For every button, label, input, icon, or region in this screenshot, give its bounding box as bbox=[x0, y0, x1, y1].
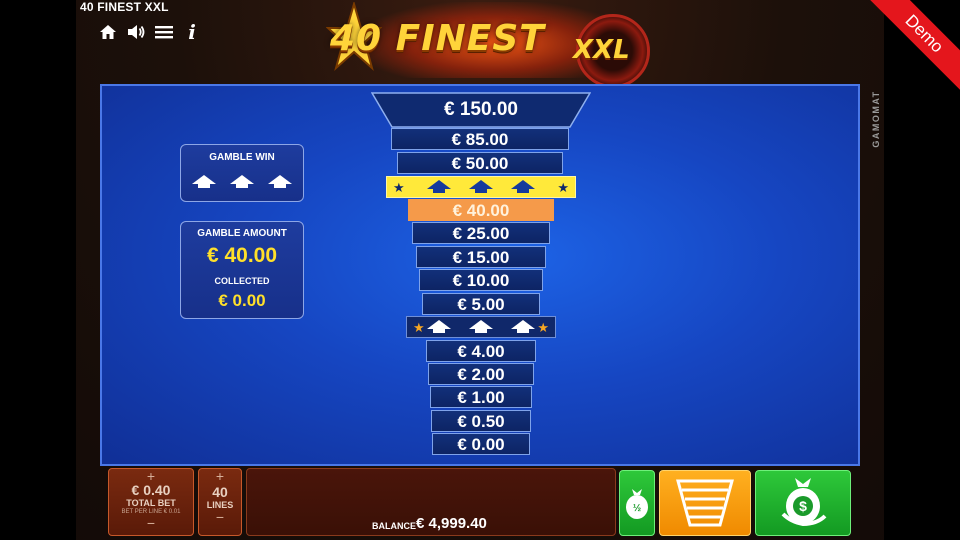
demo-label: Demo bbox=[870, 0, 960, 90]
lines-control: + 40 LINES − bbox=[198, 468, 242, 536]
provider-label: GAMOMAT bbox=[871, 90, 881, 148]
bet-plus-button[interactable]: + bbox=[109, 469, 193, 483]
top-prize-value: € 150.00 bbox=[444, 99, 518, 120]
balance-value: € 4,999.40 bbox=[416, 515, 487, 532]
up-arrow-icon bbox=[469, 320, 493, 334]
top-toolbar: i bbox=[98, 22, 202, 42]
balance-panel: BALANCE € 4,999.40 bbox=[246, 468, 616, 536]
up-arrow-icon bbox=[230, 175, 254, 189]
collected-label: COLLECTED bbox=[214, 276, 270, 286]
ladder-step: € 85.00 bbox=[391, 128, 569, 150]
gamble-win-panel: GAMBLE WIN bbox=[180, 144, 304, 202]
collected-value: € 0.00 bbox=[218, 291, 266, 310]
total-bet-control: + € 0.40 TOTAL BET BET PER LINE € 0.01 − bbox=[108, 468, 194, 536]
gamble-amount-value: € 40.00 bbox=[206, 244, 278, 267]
ladder-step: € 1.00 bbox=[430, 386, 532, 408]
game-stage: 40 FINEST XXL i XXL 40 FINEST Demo GAMOM… bbox=[0, 0, 960, 540]
ladder-step-active: € 40.00 bbox=[408, 199, 554, 221]
divider-arrows bbox=[427, 320, 535, 334]
ladder-step: € 10.00 bbox=[419, 269, 543, 291]
money-bag-hand-icon: $ bbox=[781, 478, 827, 527]
ladder-icon bbox=[676, 479, 734, 527]
ladder-step: € 5.00 bbox=[422, 293, 540, 315]
ladder-step: € 2.00 bbox=[428, 363, 534, 385]
ladder-step: € 50.00 bbox=[397, 152, 563, 174]
home-icon[interactable] bbox=[98, 22, 118, 42]
ladder-divider-bottom: ★ ★ bbox=[406, 316, 556, 338]
game-title: 40 FINEST XXL bbox=[80, 0, 169, 14]
ladder-top-prize: € 150.00 bbox=[371, 92, 591, 128]
lines-value: 40 bbox=[212, 484, 228, 500]
provider-brand: GAMOMAT bbox=[868, 90, 882, 152]
divider-arrows bbox=[427, 180, 535, 194]
total-bet-label: TOTAL BET bbox=[126, 498, 176, 508]
up-arrow-icon bbox=[192, 175, 216, 189]
ladder-divider-top: ★ ★ bbox=[386, 176, 576, 198]
lines-plus-button[interactable]: + bbox=[199, 469, 241, 483]
logo-xxl-text: XXL bbox=[573, 35, 630, 65]
logo-xxl-badge: XXL bbox=[573, 14, 650, 88]
svg-text:½: ½ bbox=[633, 503, 641, 514]
up-arrow-icon bbox=[427, 180, 451, 194]
up-arrow-icon bbox=[469, 180, 493, 194]
ladder-step: € 15.00 bbox=[416, 246, 546, 268]
info-glyph: i bbox=[188, 20, 196, 44]
gamble-ladder-button[interactable] bbox=[659, 470, 751, 536]
star-icon: ★ bbox=[413, 319, 425, 335]
up-arrow-icon bbox=[427, 320, 451, 334]
gamble-win-arrows bbox=[181, 175, 303, 189]
bet-minus-button[interactable]: − bbox=[109, 516, 193, 530]
up-arrow-icon bbox=[511, 180, 535, 194]
ladder-step: € 0.00 bbox=[432, 433, 530, 455]
collect-button[interactable]: $ bbox=[755, 470, 851, 536]
game-logo: XXL 40 FINEST bbox=[320, 2, 660, 88]
left-letterbox bbox=[0, 0, 76, 540]
ladder-step: € 4.00 bbox=[426, 340, 536, 362]
logo-text: 40 FINEST bbox=[330, 18, 545, 59]
ladder-step: € 25.00 bbox=[412, 222, 550, 244]
demo-ribbon: Demo bbox=[870, 0, 960, 90]
up-arrow-icon bbox=[511, 320, 535, 334]
gamble-win-title: GAMBLE WIN bbox=[209, 152, 275, 163]
sound-icon[interactable] bbox=[126, 22, 146, 42]
info-icon[interactable]: i bbox=[182, 22, 202, 42]
ladder-step: € 0.50 bbox=[431, 410, 531, 432]
half-collect-button[interactable]: ½ bbox=[619, 470, 655, 536]
star-icon: ★ bbox=[537, 319, 549, 335]
up-arrow-icon bbox=[268, 175, 292, 189]
menu-icon[interactable] bbox=[154, 22, 174, 42]
balance-label: BALANCE bbox=[372, 521, 416, 531]
svg-text:$: $ bbox=[799, 498, 807, 514]
half-money-bag-icon: ½ bbox=[626, 489, 648, 519]
lines-minus-button[interactable]: − bbox=[199, 510, 241, 524]
star-icon: ★ bbox=[393, 179, 405, 195]
gamble-amount-title: GAMBLE AMOUNT bbox=[197, 228, 287, 239]
total-bet-value: € 0.40 bbox=[131, 482, 171, 498]
star-icon: ★ bbox=[557, 179, 569, 195]
gamble-amount-panel: GAMBLE AMOUNT € 40.00 COLLECTED € 0.00 bbox=[180, 221, 304, 319]
